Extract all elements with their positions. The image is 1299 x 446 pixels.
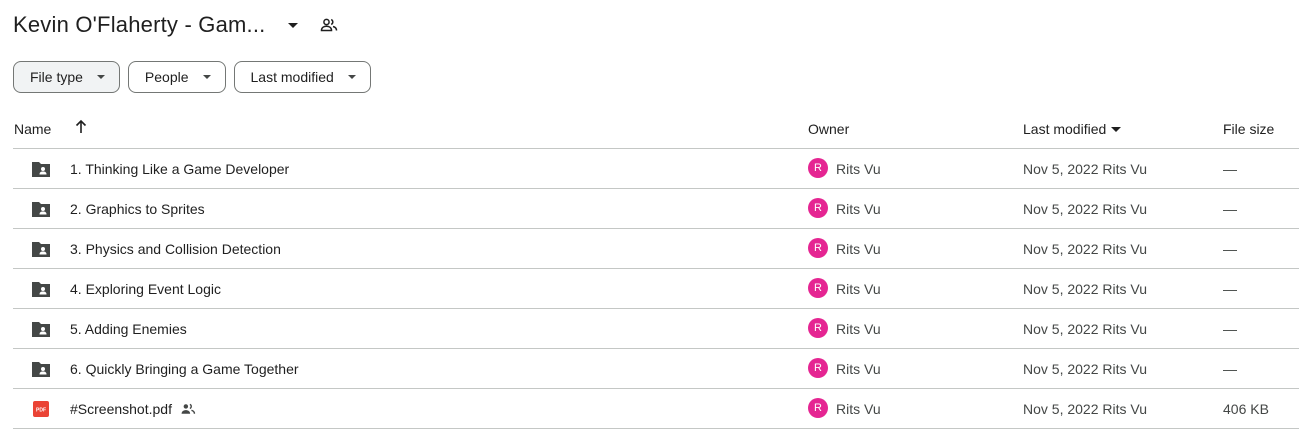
modified-date: Nov 5, 2022 Rits Vu: [1023, 161, 1147, 177]
file-size: —: [1223, 321, 1237, 337]
shared-folder-icon: [32, 282, 50, 297]
file-size: —: [1223, 241, 1237, 257]
file-name[interactable]: 6. Quickly Bringing a Game Together: [70, 361, 299, 377]
avatar: R: [808, 158, 828, 178]
file-size: —: [1223, 361, 1237, 377]
chevron-down-icon: [1111, 126, 1122, 132]
shared-folder-icon: [32, 162, 50, 177]
owner-name: Rits Vu: [836, 321, 881, 337]
owner-name: Rits Vu: [836, 361, 881, 377]
column-header-owner: Owner: [808, 121, 850, 137]
filter-label: People: [144, 69, 189, 85]
avatar: R: [808, 358, 828, 378]
column-header-name[interactable]: Name: [14, 121, 51, 137]
pdf-icon: PDF: [33, 401, 49, 417]
table-row[interactable]: PDF #Screenshot.pdf R Rits Vu Nov 5, 202…: [13, 389, 1299, 429]
people-icon: [320, 18, 337, 32]
folder-header: Kevin O'Flaherty - Gam...: [13, 8, 344, 42]
file-size: 406 KB: [1223, 401, 1269, 417]
shared-folder-icon: [32, 242, 50, 257]
owner-name: Rits Vu: [836, 161, 881, 177]
file-list: 1. Thinking Like a Game Developer R Rits…: [0, 149, 1299, 429]
svg-text:PDF: PDF: [36, 408, 46, 414]
file-name[interactable]: 1. Thinking Like a Game Developer: [70, 161, 289, 177]
modified-date: Nov 5, 2022 Rits Vu: [1023, 201, 1147, 217]
table-row[interactable]: 4. Exploring Event Logic R Rits Vu Nov 5…: [13, 269, 1299, 309]
owner-name: Rits Vu: [836, 401, 881, 417]
file-name[interactable]: 2. Graphics to Sprites: [70, 201, 205, 217]
file-name[interactable]: #Screenshot.pdf: [70, 401, 172, 417]
chevron-down-icon: [202, 75, 211, 79]
modified-date: Nov 5, 2022 Rits Vu: [1023, 281, 1147, 297]
shared-folder-icon: [32, 202, 50, 217]
filter-bar: File type People Last modified: [13, 61, 371, 93]
column-header-file-size: File size: [1223, 121, 1275, 137]
column-header-label: Last modified: [1023, 121, 1107, 137]
modified-date: Nov 5, 2022 Rits Vu: [1023, 321, 1147, 337]
avatar: R: [808, 398, 828, 418]
file-name-cell[interactable]: #Screenshot.pdf: [70, 401, 196, 417]
sort-ascending-icon[interactable]: [74, 119, 88, 138]
table-row[interactable]: 5. Adding Enemies R Rits Vu Nov 5, 2022 …: [13, 309, 1299, 349]
table-header: Name Owner Last modified File size: [0, 112, 1299, 148]
shared-people-icon: [180, 403, 196, 415]
avatar: R: [808, 278, 828, 298]
modified-date: Nov 5, 2022 Rits Vu: [1023, 361, 1147, 377]
file-name[interactable]: 3. Physics and Collision Detection: [70, 241, 281, 257]
filter-label: File type: [30, 69, 83, 85]
file-name[interactable]: 5. Adding Enemies: [70, 321, 187, 337]
owner-name: Rits Vu: [836, 201, 881, 217]
shared-folder-icon: [32, 322, 50, 337]
avatar: R: [808, 238, 828, 258]
modified-date: Nov 5, 2022 Rits Vu: [1023, 401, 1147, 417]
filter-people[interactable]: People: [127, 61, 226, 93]
filter-last-modified[interactable]: Last modified: [233, 61, 371, 93]
owner-name: Rits Vu: [836, 241, 881, 257]
folder-menu-button[interactable]: [278, 10, 308, 40]
table-row[interactable]: 6. Quickly Bringing a Game Together R Ri…: [13, 349, 1299, 389]
column-header-last-modified[interactable]: Last modified: [1023, 121, 1122, 137]
owner-name: Rits Vu: [836, 281, 881, 297]
table-row[interactable]: 3. Physics and Collision Detection R Rit…: [13, 229, 1299, 269]
filter-file-type[interactable]: File type: [13, 61, 120, 93]
file-name[interactable]: 4. Exploring Event Logic: [70, 281, 221, 297]
chevron-down-icon: [347, 75, 356, 79]
chevron-down-icon: [287, 22, 298, 28]
table-row[interactable]: 1. Thinking Like a Game Developer R Rits…: [13, 149, 1299, 189]
avatar: R: [808, 318, 828, 338]
file-size: —: [1223, 281, 1237, 297]
file-size: —: [1223, 161, 1237, 177]
modified-date: Nov 5, 2022 Rits Vu: [1023, 241, 1147, 257]
table-row[interactable]: 2. Graphics to Sprites R Rits Vu Nov 5, …: [13, 189, 1299, 229]
chevron-down-icon: [96, 75, 105, 79]
avatar: R: [808, 198, 828, 218]
filter-label: Last modified: [250, 69, 334, 85]
shared-with-button[interactable]: [314, 10, 344, 40]
file-size: —: [1223, 201, 1237, 217]
page-title: Kevin O'Flaherty - Gam...: [13, 12, 266, 37]
shared-folder-icon: [32, 362, 50, 377]
drive-folder-view: Kevin O'Flaherty - Gam... File type Peop…: [0, 0, 1299, 446]
